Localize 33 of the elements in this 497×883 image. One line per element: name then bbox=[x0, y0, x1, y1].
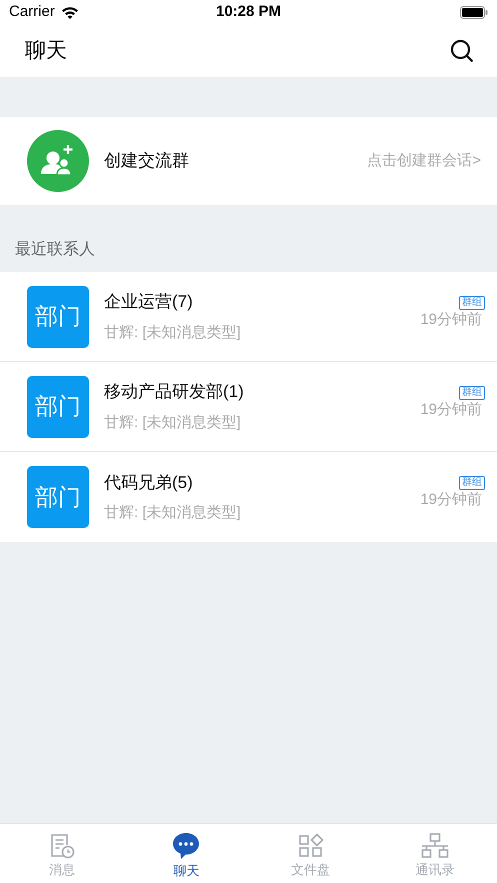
group-tag: 群组 bbox=[459, 476, 485, 490]
carrier-label: Carrier bbox=[9, 2, 55, 22]
group-avatar: 部门 bbox=[27, 466, 89, 528]
message-preview: 甘辉: [未知消息类型] bbox=[104, 503, 241, 523]
group-tag: 群组 bbox=[459, 296, 485, 310]
conversation-name: 企业运营(7) bbox=[104, 291, 194, 313]
create-group-label: 创建交流群 bbox=[104, 150, 189, 172]
conversation-row[interactable]: 部门 代码兄弟(5) 甘辉: [未知消息类型] 群组 19分钟前 bbox=[0, 452, 497, 542]
section-label: 最近联系人 bbox=[15, 240, 95, 260]
group-tag: 群组 bbox=[459, 386, 485, 400]
group-add-icon bbox=[27, 130, 89, 192]
message-preview: 甘辉: [未知消息类型] bbox=[104, 412, 242, 432]
create-group-row[interactable]: 创建交流群 点击创建群会话> bbox=[0, 117, 497, 205]
message-time: 19分钟前 bbox=[420, 310, 482, 330]
message-time: 19分钟前 bbox=[420, 490, 482, 510]
wifi-icon bbox=[60, 6, 79, 19]
chat-bubble-icon bbox=[172, 832, 200, 860]
tab-item[interactable]: 聊天 bbox=[173, 861, 200, 881]
conversation-row[interactable]: 部门 移动产品研发部(1) 甘辉: [未知消息类型] 群组 19分钟前 bbox=[0, 362, 497, 452]
group-avatar: 部门 bbox=[27, 286, 89, 348]
document-clock-icon bbox=[49, 833, 76, 860]
grid-icon bbox=[298, 833, 324, 860]
conversation-name: 移动产品研发部(1) bbox=[104, 381, 244, 403]
search-icon[interactable] bbox=[450, 39, 474, 63]
conversation-name: 代码兄弟(5) bbox=[104, 472, 194, 494]
org-chart-icon bbox=[420, 833, 449, 860]
group-avatar: 部门 bbox=[27, 376, 89, 438]
message-preview: 甘辉: [未知消息类型] bbox=[104, 322, 241, 342]
battery-icon bbox=[460, 6, 488, 19]
message-time: 19分钟前 bbox=[420, 400, 482, 420]
status-time: 10:28 PM bbox=[216, 2, 282, 22]
conversation-row[interactable]: 部门 企业运营(7) 甘辉: [未知消息类型] 群组 19分钟前 bbox=[0, 272, 497, 362]
page-title: 聊天 bbox=[25, 38, 67, 64]
